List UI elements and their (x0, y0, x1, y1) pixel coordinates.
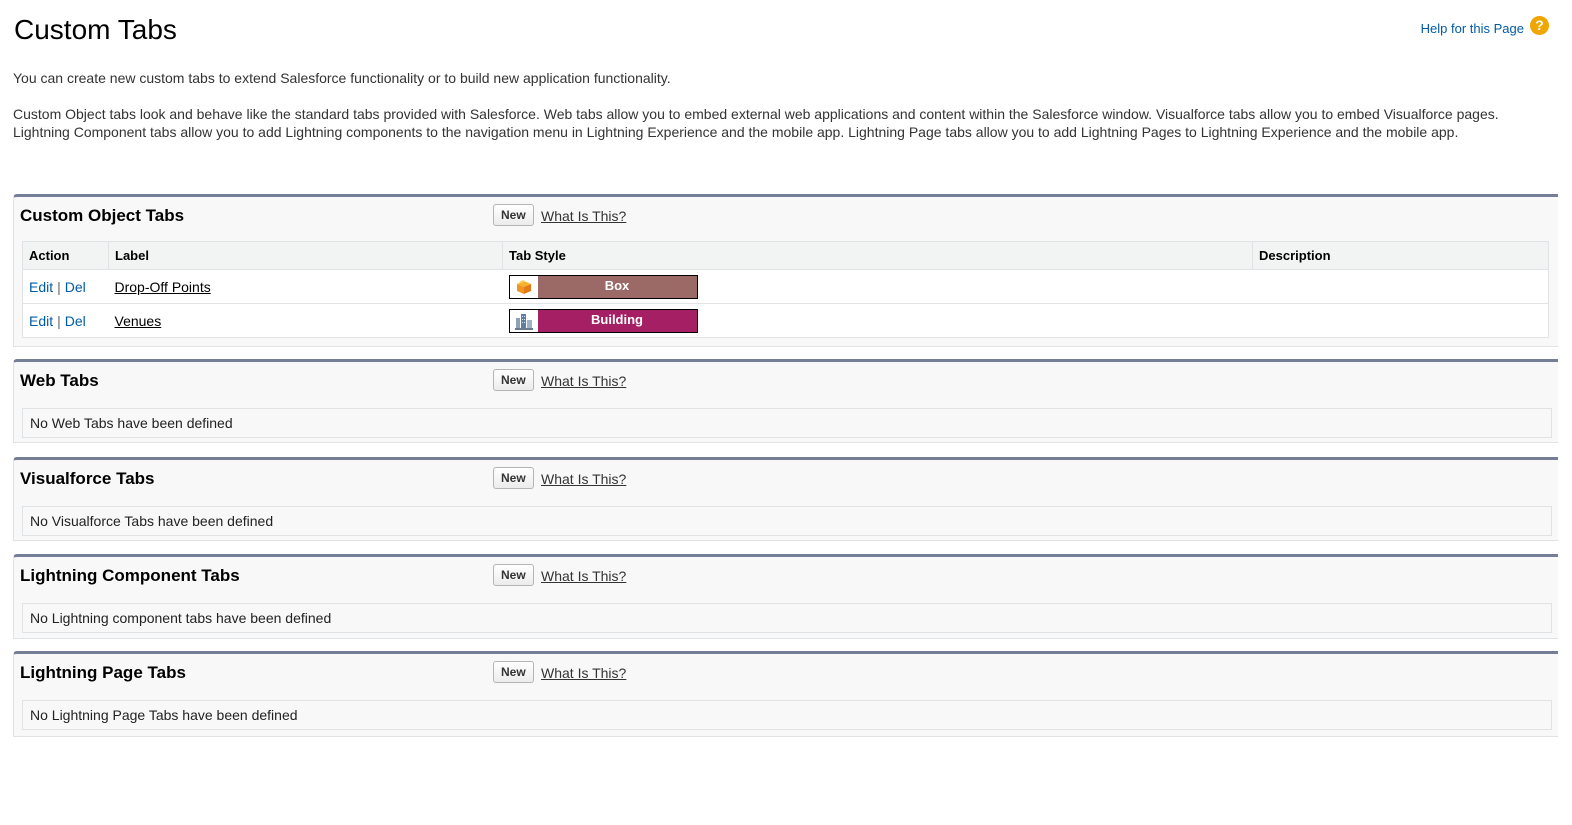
tab-label-link[interactable]: Drop-Off Points (115, 279, 211, 295)
action-cell: Edit | Del (22, 303, 109, 338)
visualforce-tabs-section: Visualforce Tabs New What Is This? No Vi… (13, 457, 1558, 541)
what-is-this-link[interactable]: What Is This? (541, 471, 626, 487)
what-is-this-link[interactable]: What Is This? (541, 208, 626, 224)
lightning-component-tabs-section: Lightning Component Tabs New What Is Thi… (13, 554, 1558, 639)
what-is-this-link[interactable]: What Is This? (541, 373, 626, 389)
section-header: Lightning Component Tabs New What Is Thi… (14, 557, 1558, 595)
empty-message: No Lightning Page Tabs have been defined (22, 700, 1552, 730)
empty-message: No Lightning component tabs have been de… (22, 603, 1552, 633)
delete-link[interactable]: Del (65, 313, 86, 329)
tab-style-cell: Building (502, 303, 1253, 338)
label-cell: Venues (108, 303, 503, 338)
what-is-this-link[interactable]: What Is This? (541, 665, 626, 681)
section-title: Web Tabs (20, 371, 99, 390)
section-header: Web Tabs New What Is This? (14, 362, 1558, 400)
tab-style-swatch: Box (508, 274, 698, 299)
what-is-this-link[interactable]: What Is This? (541, 568, 626, 584)
column-header-tab-style: Tab Style (502, 241, 1253, 270)
lightning-page-tabs-section: Lightning Page Tabs New What Is This? No… (13, 651, 1558, 737)
section-header: Custom Object Tabs New What Is This? (14, 197, 1558, 235)
column-header-description: Description (1252, 241, 1549, 270)
section-title: Lightning Component Tabs (20, 566, 240, 585)
tab-style-name: Building (537, 309, 697, 332)
new-custom-object-tab-button[interactable]: New (493, 204, 534, 226)
section-title: Custom Object Tabs (20, 206, 185, 225)
custom-object-tabs-section: Custom Object Tabs New What Is This? Act… (13, 194, 1558, 347)
edit-link[interactable]: Edit (29, 313, 53, 329)
tab-style-name: Box (537, 275, 697, 298)
section-header: Lightning Page Tabs New What Is This? (14, 654, 1558, 692)
empty-message: No Web Tabs have been defined (22, 408, 1552, 438)
column-header-label: Label (108, 241, 503, 270)
new-web-tab-button[interactable]: New (493, 369, 534, 391)
description-cell (1252, 269, 1549, 304)
action-cell: Edit | Del (22, 269, 109, 304)
table-row: Edit | Del Drop-Off Points Box (22, 269, 1549, 304)
tab-style-swatch: Building (508, 308, 698, 333)
table-row: Edit | Del Venues Building (22, 303, 1549, 338)
intro-description: Custom Object tabs look and behave like … (13, 106, 1499, 140)
tab-style-cell: Box (502, 269, 1253, 304)
tab-label-link[interactable]: Venues (115, 313, 162, 329)
label-cell: Drop-Off Points (108, 269, 503, 304)
empty-message: No Visualforce Tabs have been defined (22, 506, 1552, 536)
table-header-row: Action Label Tab Style Description (22, 241, 1549, 270)
action-separator: | (57, 312, 61, 329)
delete-link[interactable]: Del (65, 279, 86, 295)
custom-object-tabs-table: Action Label Tab Style Description Edit |… (22, 241, 1549, 338)
new-lightning-component-tab-button[interactable]: New (493, 564, 534, 586)
web-tabs-section: Web Tabs New What Is This? No Web Tabs h… (13, 359, 1558, 443)
section-header: Visualforce Tabs New What Is This? (14, 460, 1558, 498)
help-link[interactable]: Help for this Page (1421, 21, 1524, 36)
action-separator: | (57, 278, 61, 295)
help-icon[interactable]: ? (1530, 16, 1549, 35)
section-title: Visualforce Tabs (20, 469, 155, 488)
new-lightning-page-tab-button[interactable]: New (493, 661, 534, 683)
building-icon (509, 309, 538, 332)
page-title: Custom Tabs (14, 14, 177, 45)
box-icon (509, 275, 538, 298)
intro-text: You can create new custom tabs to extend… (13, 70, 671, 86)
section-title: Lightning Page Tabs (20, 663, 186, 682)
edit-link[interactable]: Edit (29, 279, 53, 295)
new-visualforce-tab-button[interactable]: New (493, 467, 534, 489)
description-cell (1252, 303, 1549, 338)
column-header-action: Action (22, 241, 109, 270)
